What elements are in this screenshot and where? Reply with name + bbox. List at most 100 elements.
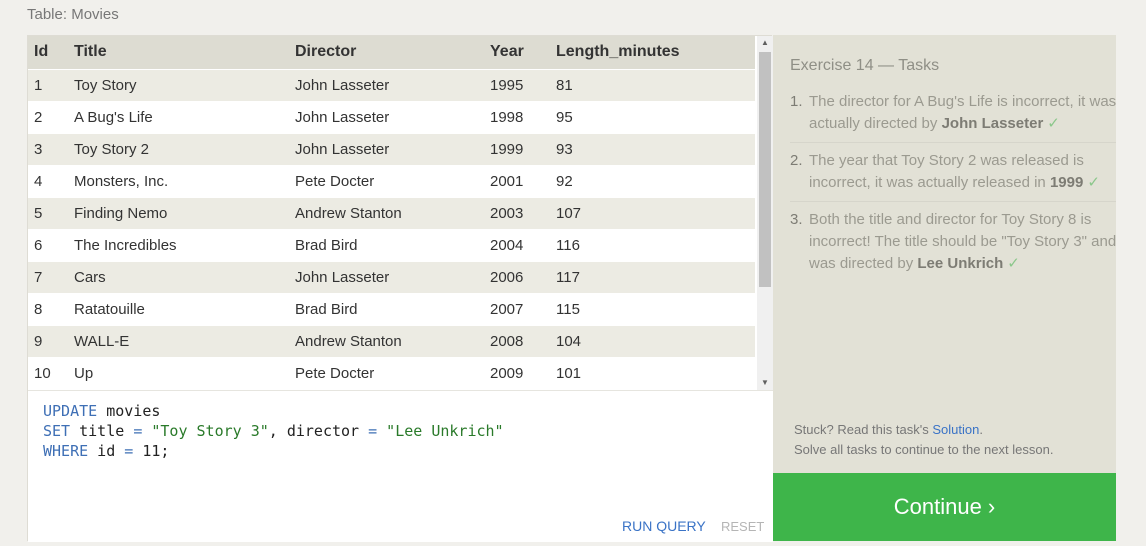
table-cell: 1999 xyxy=(484,132,550,165)
table-cell: John Lasseter xyxy=(289,68,484,101)
table-cell: 93 xyxy=(550,132,755,165)
solution-link[interactable]: Solution xyxy=(932,422,979,437)
table-cell: 2004 xyxy=(484,228,550,261)
table-cell: 2003 xyxy=(484,196,550,229)
task-answer: Lee Unkrich xyxy=(917,255,1004,272)
table-row: 1 Toy Story John Lasseter 1995 81 xyxy=(28,68,755,101)
code-text: movies xyxy=(97,402,161,420)
code-operator: = xyxy=(133,422,143,440)
table-cell: 2006 xyxy=(484,260,550,293)
stuck-text: Stuck? Read this task's xyxy=(794,422,933,437)
code-text: title xyxy=(70,422,134,440)
results-table-container: Id Title Director Year Length_minutes 1T… xyxy=(28,36,773,390)
task-list: 1. The director for A Bug's Life is incor… xyxy=(790,91,1132,289)
results-table: Id Title Director Year Length_minutes 1T… xyxy=(28,36,755,389)
table-cell: 107 xyxy=(550,196,755,229)
table-cell: 2008 xyxy=(484,324,550,357)
table-row: 3 Toy Story 2 John Lasseter 1999 93 xyxy=(28,132,755,165)
task-number: 1. xyxy=(790,93,803,110)
table-cell: John Lasseter xyxy=(289,100,484,133)
table-row: 9 WALL-E Andrew Stanton 2008 104 xyxy=(28,324,755,357)
code-line-1: UPDATE movies xyxy=(43,401,773,421)
table-cell: 95 xyxy=(550,100,755,133)
table-row: 4 Monsters, Inc. Pete Docter 2001 92 xyxy=(28,164,755,197)
code-line-2: SET title = "Toy Story 3", director = "L… xyxy=(43,421,773,441)
table-row: 10 Up Pete Docter 2009 101 xyxy=(28,356,755,389)
task-text: The director for A Bug's Life is incorre… xyxy=(809,91,1132,135)
table-header-row: Id Title Director Year Length_minutes xyxy=(28,36,755,69)
table-cell: 8 xyxy=(28,292,68,325)
table-row: 7 Cars John Lasseter 2006 117 xyxy=(28,260,755,293)
column-header-title: Title xyxy=(68,36,289,69)
solve-all-text: Solve all tasks to continue to the next … xyxy=(794,442,1054,457)
table-cell: 81 xyxy=(550,68,755,101)
table-cell: 10 xyxy=(28,356,68,389)
table-cell: 9 xyxy=(28,324,68,357)
table-cell: 3 xyxy=(28,132,68,165)
task-answer: 1999 xyxy=(1049,174,1084,191)
table-cell: Andrew Stanton xyxy=(289,324,484,357)
table-cell: 104 xyxy=(550,324,755,357)
table-cell: Ratatouille xyxy=(68,292,289,325)
task-description: The year that Toy Story 2 was released i… xyxy=(809,152,1084,191)
code-text: id xyxy=(88,442,125,460)
table-cell: A Bug's Life xyxy=(68,100,289,133)
table-cell: WALL-E xyxy=(68,324,289,357)
table-cell: 5 xyxy=(28,196,68,229)
column-header-year: Year xyxy=(484,36,550,69)
scroll-down-icon[interactable]: ▼ xyxy=(757,376,773,390)
stuck-suffix: . xyxy=(979,422,983,437)
table-cell: 101 xyxy=(550,356,755,389)
run-query-button[interactable]: RUN QUERY xyxy=(622,516,706,536)
code-text: 11; xyxy=(133,442,170,460)
table-cell: The Incredibles xyxy=(68,228,289,261)
task-text: Both the title and director for Toy Stor… xyxy=(809,209,1132,275)
table-cell: Toy Story xyxy=(68,68,289,101)
table-cell: 1995 xyxy=(484,68,550,101)
code-string: "Toy Story 3" xyxy=(142,422,269,440)
column-header-id: Id xyxy=(28,36,68,69)
table-cell: John Lasseter xyxy=(289,260,484,293)
task-answer: John Lasseter xyxy=(941,115,1044,132)
table-cell: 2 xyxy=(28,100,68,133)
table-cell: Pete Docter xyxy=(289,164,484,197)
code-operator: = xyxy=(124,442,134,460)
exercise-title: Exercise 14 — Tasks xyxy=(790,57,940,74)
sql-editor[interactable]: UPDATE movies SET title = "Toy Story 3",… xyxy=(28,390,773,542)
table-cell: 1 xyxy=(28,68,68,101)
task-number: 2. xyxy=(790,152,803,169)
table-cell: Monsters, Inc. xyxy=(68,164,289,197)
table-cell: 115 xyxy=(550,292,755,325)
table-cell: 1998 xyxy=(484,100,550,133)
continue-button[interactable]: Continue › xyxy=(773,473,1116,541)
reset-button[interactable]: RESET xyxy=(721,517,764,537)
code-text: , director xyxy=(268,422,369,440)
column-header-length: Length_minutes xyxy=(550,36,755,69)
code-operator: = xyxy=(368,422,378,440)
task-item: 1. The director for A Bug's Life is incor… xyxy=(790,91,1132,143)
page-margin xyxy=(1116,35,1146,541)
column-header-director: Director xyxy=(289,36,484,69)
check-icon: ✓ xyxy=(1047,115,1060,132)
keyword-where: WHERE xyxy=(43,442,89,460)
scroll-up-icon[interactable]: ▲ xyxy=(757,36,773,50)
scroll-thumb[interactable] xyxy=(759,52,771,287)
task-text: The year that Toy Story 2 was released i… xyxy=(809,150,1132,194)
table-cell: Pete Docter xyxy=(289,356,484,389)
table-cell: Brad Bird xyxy=(289,292,484,325)
table-row: 6 The Incredibles Brad Bird 2004 116 xyxy=(28,228,755,261)
table-cell: 2001 xyxy=(484,164,550,197)
table-cell: Toy Story 2 xyxy=(68,132,289,165)
code-line-3: WHERE id = 11; xyxy=(43,441,773,461)
task-number: 3. xyxy=(790,211,803,228)
check-icon: ✓ xyxy=(1087,174,1100,191)
table-cell: 92 xyxy=(550,164,755,197)
table-cell: Brad Bird xyxy=(289,228,484,261)
table-cell: John Lasseter xyxy=(289,132,484,165)
table-scrollbar[interactable]: ▲ ▼ xyxy=(757,36,773,390)
table-cell: 6 xyxy=(28,228,68,261)
tasks-panel: Exercise 14 — Tasks 1. The director for A… xyxy=(773,35,1132,473)
table-label: Table: Movies xyxy=(27,6,119,23)
table-row: 2A Bug's Life John Lasseter 1998 95 xyxy=(28,100,755,133)
stuck-hint: Stuck? Read this task's Solution. Solve … xyxy=(794,420,1053,460)
